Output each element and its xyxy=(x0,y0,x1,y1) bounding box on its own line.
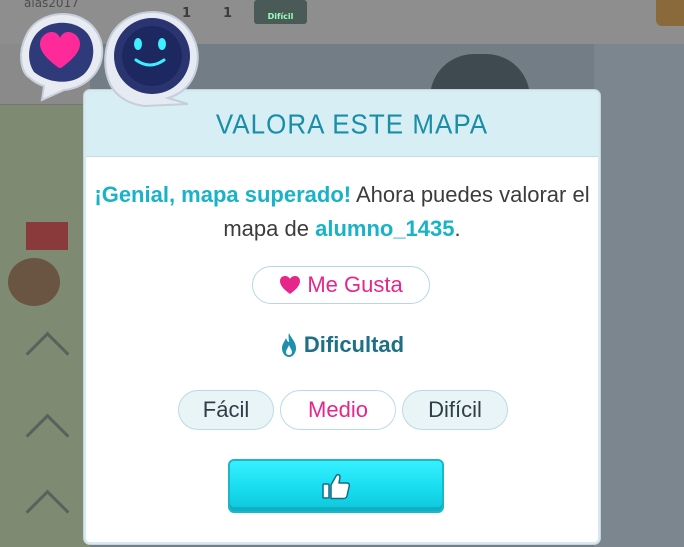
difficulty-heading: Dificultad xyxy=(86,332,598,358)
thumbs-up-icon xyxy=(322,473,351,500)
flame-icon xyxy=(281,333,296,357)
message-period: . xyxy=(454,216,461,241)
dialog-title: VALORA ESTE MAPA xyxy=(215,107,489,140)
difficulty-hard-button[interactable]: Difícil xyxy=(402,390,508,430)
background-pirate-flag xyxy=(26,222,68,250)
background-difficulty-badge: Difícil xyxy=(254,0,307,24)
difficulty-easy-button[interactable]: Fácil xyxy=(178,390,274,430)
background-corner-button xyxy=(656,0,684,26)
heart-icon xyxy=(280,276,301,294)
difficulty-options: Fácil Medio Difícil xyxy=(178,390,508,430)
rate-map-dialog: VALORA ESTE MAPA ¡Genial, mapa superado!… xyxy=(84,90,600,544)
background-pirate-ship xyxy=(8,258,60,306)
like-button[interactable]: Me Gusta xyxy=(252,266,430,304)
confirm-rating-button[interactable] xyxy=(228,459,444,513)
map-author-name: alumno_1435 xyxy=(315,216,455,241)
success-highlight: ¡Genial, mapa superado! xyxy=(94,182,352,207)
completion-message: ¡Genial, mapa superado! Ahora puedes val… xyxy=(86,178,598,246)
like-label: Me Gusta xyxy=(307,272,403,297)
difficulty-medium-button[interactable]: Medio xyxy=(280,390,396,430)
background-right-panel xyxy=(594,44,684,547)
background-stat: 1 xyxy=(223,6,233,21)
mascot-heart-robot-icon xyxy=(20,11,199,108)
difficulty-label: Dificultad xyxy=(303,332,405,357)
